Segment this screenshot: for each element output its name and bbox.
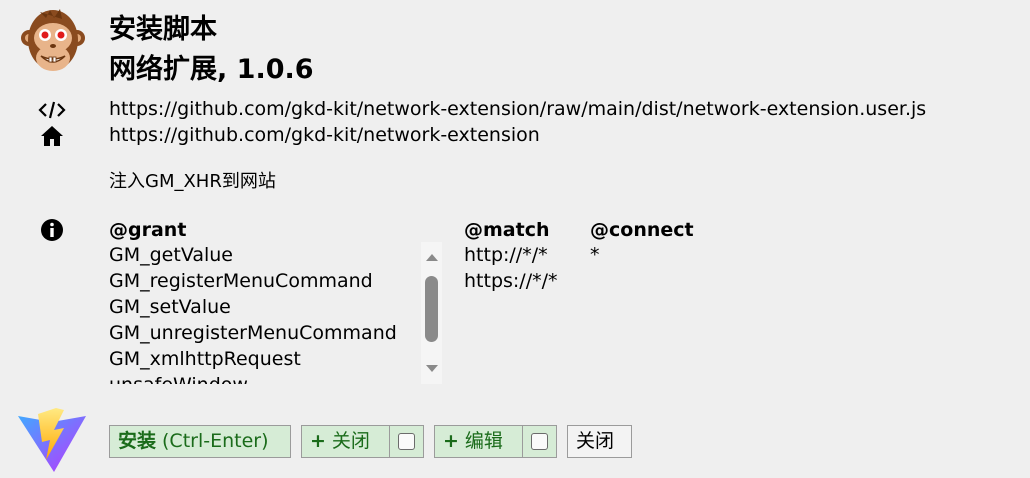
edit-label: 编辑 — [464, 430, 503, 452]
close-button[interactable]: + 关闭 — [301, 425, 424, 458]
scrollbar-thumb[interactable] — [425, 276, 438, 342]
info-icon — [41, 219, 63, 241]
match-item: https://*/* — [464, 270, 558, 292]
list-item: GM_getValue — [109, 244, 233, 266]
plus-icon: + — [310, 430, 326, 452]
page-title: 安装脚本 — [109, 14, 217, 45]
edit-button[interactable]: + 编辑 — [434, 425, 557, 458]
install-button[interactable]: 安装 (Ctrl-Enter) — [109, 425, 291, 458]
install-label: 安装 — [118, 430, 157, 452]
edit-checkbox-cell[interactable] — [522, 426, 556, 457]
connect-item: * — [590, 244, 600, 266]
lightning-logo-icon — [18, 408, 86, 472]
close-checkbox[interactable] — [398, 433, 416, 450]
match-header: @match — [464, 219, 550, 241]
match-item: http://*/* — [464, 244, 548, 266]
home-icon — [41, 126, 63, 146]
close-label: 关闭 — [331, 430, 370, 452]
cancel-button[interactable]: 关闭 — [567, 425, 632, 458]
list-item: GM_xmlhttpRequest — [109, 348, 301, 370]
code-icon — [38, 101, 66, 119]
scroll-down-icon[interactable] — [426, 365, 438, 372]
list-item: GM_unregisterMenuCommand — [109, 322, 397, 344]
connect-header: @connect — [590, 219, 694, 241]
grant-header: @grant — [109, 219, 187, 241]
script-description: 注入GM_XHR到网站 — [109, 171, 276, 192]
install-shortcut: (Ctrl-Enter) — [162, 430, 269, 452]
list-item: GM_setValue — [109, 296, 231, 318]
list-item: GM_registerMenuCommand — [109, 270, 373, 292]
scroll-up-icon[interactable] — [426, 254, 438, 261]
grant-list-box[interactable]: GM_getValue GM_registerMenuCommand GM_se… — [109, 242, 442, 384]
script-name-version: 网络扩展, 1.0.6 — [109, 54, 314, 85]
grant-list: GM_getValue GM_registerMenuCommand GM_se… — [109, 242, 422, 384]
list-item: unsafeWindow — [109, 372, 422, 384]
homepage-url-link[interactable]: https://github.com/gkd-kit/network-exten… — [109, 122, 540, 148]
plus-icon: + — [443, 430, 459, 452]
monkey-logo-icon — [21, 9, 85, 71]
close-checkbox-cell[interactable] — [389, 426, 423, 457]
grant-scrollbar[interactable] — [421, 242, 442, 384]
edit-checkbox[interactable] — [531, 433, 549, 450]
cancel-label: 关闭 — [576, 430, 615, 452]
download-url-link[interactable]: https://github.com/gkd-kit/network-exten… — [109, 96, 926, 122]
